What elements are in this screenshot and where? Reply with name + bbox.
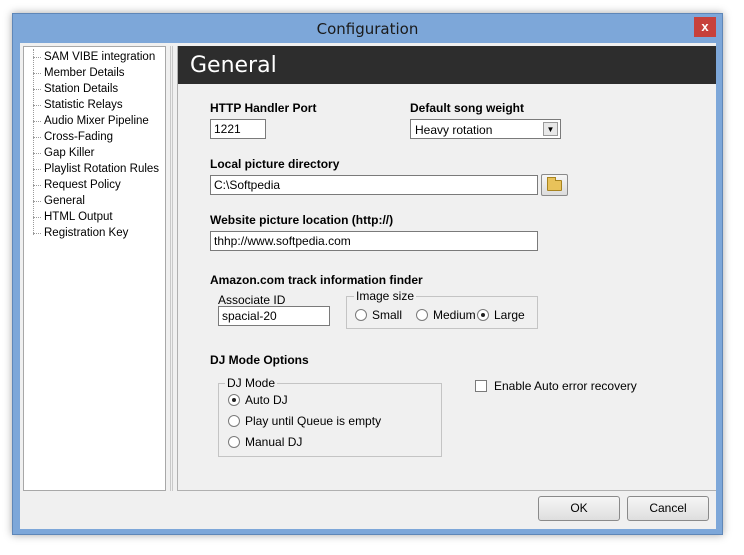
picture-dir-label: Local picture directory [210, 157, 340, 171]
website-location-input[interactable]: thhp://www.softpedia.com [210, 231, 538, 251]
http-port-input[interactable]: 1221 [210, 119, 266, 139]
tree-item-sam-vibe[interactable]: SAM VIBE integration [24, 49, 165, 65]
tree-item-label: SAM VIBE integration [44, 51, 156, 63]
tree-item-label: Cross-Fading [44, 131, 114, 143]
auto-recovery-checkbox[interactable]: Enable Auto error recovery [475, 379, 637, 393]
dj-mode-label: DJ Mode [225, 376, 278, 390]
checkbox-label: Enable Auto error recovery [494, 379, 637, 393]
song-weight-value: Heavy rotation [415, 123, 493, 137]
tree-item-label: HTML Output [44, 211, 113, 223]
dj-mode-queue-radio[interactable]: Play until Queue is empty [228, 414, 381, 428]
tree-item-station-details[interactable]: Station Details [24, 81, 165, 97]
http-port-label: HTTP Handler Port [210, 101, 317, 115]
image-size-medium-radio[interactable]: Medium [416, 308, 476, 322]
associate-id-label: Associate ID [218, 293, 286, 307]
website-location-label: Website picture location (http://) [210, 213, 394, 227]
radio-circle [416, 309, 428, 321]
tree-item-label: Request Policy [44, 179, 121, 191]
chevron-down-icon[interactable]: ▼ [543, 122, 558, 136]
folder-icon [547, 177, 562, 191]
image-size-small-radio[interactable]: Small [355, 308, 402, 322]
tree-item-label: Playlist Rotation Rules [44, 163, 160, 175]
amazon-finder-label: Amazon.com track information finder [210, 273, 423, 287]
tree-item-label: Station Details [44, 83, 119, 95]
tree-item-label: Registration Key [44, 227, 129, 239]
dj-mode-auto-radio[interactable]: Auto DJ [228, 393, 288, 407]
radio-label: Play until Queue is empty [245, 414, 382, 428]
panel-title: General [178, 46, 716, 84]
tree-item-html-output[interactable]: HTML Output [24, 209, 165, 225]
dialog-body: SAM VIBE integration Member Details Stat… [20, 43, 716, 529]
tree-item-audio-mixer[interactable]: Audio Mixer Pipeline [24, 113, 165, 129]
general-panel: General HTTP Handler Port 1221 Default s… [177, 46, 716, 491]
picture-dir-input[interactable]: C:\Softpedia [210, 175, 538, 195]
associate-id-input[interactable]: spacial-20 [218, 306, 330, 326]
tree-item-gap-killer[interactable]: Gap Killer [24, 145, 165, 161]
tree-item-label: Member Details [44, 67, 125, 79]
dj-mode-manual-radio[interactable]: Manual DJ [228, 435, 302, 449]
browse-button[interactable] [541, 174, 568, 196]
song-weight-select[interactable]: Heavy rotation ▼ [410, 119, 561, 139]
radio-circle-selected [477, 309, 489, 321]
radio-circle [228, 415, 240, 427]
dj-mode-group: DJ Mode Auto DJ Play until Queue is empt… [218, 376, 442, 457]
tree-item-request-policy[interactable]: Request Policy [24, 177, 165, 193]
cancel-button[interactable]: Cancel [627, 496, 709, 521]
radio-label: Large [494, 308, 525, 322]
song-weight-label: Default song weight [410, 101, 524, 115]
image-size-label: Image size [354, 289, 417, 303]
radio-label: Auto DJ [245, 393, 288, 407]
image-size-group: Image size Small Medium Large [346, 289, 538, 329]
tree-item-general[interactable]: General [24, 193, 165, 209]
close-button[interactable]: x [694, 17, 716, 37]
checkbox-box [475, 380, 487, 392]
title-bar[interactable]: Configuration x [13, 14, 722, 43]
settings-tree: SAM VIBE integration Member Details Stat… [23, 46, 166, 491]
panel-splitter[interactable] [170, 46, 173, 491]
tree-item-registration-key[interactable]: Registration Key [24, 225, 165, 241]
radio-circle [228, 436, 240, 448]
radio-label: Medium [433, 308, 476, 322]
tree-item-statistic-relays[interactable]: Statistic Relays [24, 97, 165, 113]
ok-button[interactable]: OK [538, 496, 620, 521]
tree-item-cross-fading[interactable]: Cross-Fading [24, 129, 165, 145]
image-size-large-radio[interactable]: Large [477, 308, 525, 322]
tree-item-label: Gap Killer [44, 147, 95, 159]
tree-item-member-details[interactable]: Member Details [24, 65, 165, 81]
configuration-window: Configuration x SAM VIBE integration Mem… [12, 13, 723, 535]
tree-item-label: General [44, 195, 85, 207]
tree-item-label: Audio Mixer Pipeline [44, 115, 149, 127]
dj-options-label: DJ Mode Options [210, 353, 309, 367]
radio-label: Small [372, 308, 403, 322]
tree-item-playlist-rotation[interactable]: Playlist Rotation Rules [24, 161, 165, 177]
tree-item-label: Statistic Relays [44, 99, 123, 111]
close-icon: x [701, 19, 709, 34]
window-title: Configuration [316, 20, 419, 38]
radio-circle-selected [228, 394, 240, 406]
radio-label: Manual DJ [245, 435, 303, 449]
radio-circle [355, 309, 367, 321]
